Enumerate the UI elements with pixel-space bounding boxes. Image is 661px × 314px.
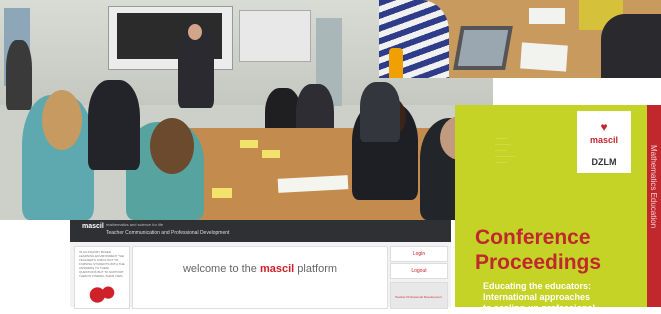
website-screenshot: mascil mathematics and science for life … bbox=[70, 220, 451, 309]
site-right-panel: Login Logout Teacher Professional Develo… bbox=[390, 246, 448, 309]
site-decorative-graphic bbox=[83, 283, 119, 307]
welcome-prefix: welcome to the bbox=[182, 263, 257, 275]
projection-screen bbox=[108, 6, 233, 70]
welcome-brand: mascil bbox=[259, 263, 295, 275]
cover-decorative-lines: ——— ———— ——— ————— ——— bbox=[495, 135, 515, 164]
site-main-panel: welcome to the mascil platform bbox=[132, 246, 388, 309]
cover-logo-badge: ♥ mascil DZLM bbox=[577, 111, 631, 173]
cover-title-line2: Proceedings bbox=[475, 251, 602, 274]
cover-logo-mascil: mascil bbox=[589, 135, 619, 145]
site-header-bar: mascil mathematics and science for life … bbox=[70, 220, 451, 242]
site-left-panel: IN AN INQUIRY BASED LEARNING ENVIRONMENT… bbox=[74, 246, 130, 309]
cover-logo-dzlm: DZLM bbox=[591, 157, 617, 167]
photo-laptop-meeting bbox=[379, 0, 661, 78]
welcome-heading: welcome to the mascil platform bbox=[133, 263, 387, 275]
tpd-caption: Teacher Professional Development bbox=[395, 295, 442, 299]
logout-button[interactable]: Logout bbox=[390, 263, 448, 279]
site-tagline: Teacher Communication and Professional D… bbox=[106, 230, 230, 236]
tpd-thumbnail[interactable]: Teacher Professional Development bbox=[390, 282, 448, 309]
cover-side-text: Mathematics Education bbox=[649, 145, 658, 229]
cover-title-line1: Conference bbox=[475, 226, 591, 249]
cover-subtitle-line2: International approaches bbox=[483, 292, 591, 302]
cover-title: Conference Proceedings bbox=[475, 225, 601, 275]
site-quote-text: IN AN INQUIRY BASED LEARNING ENVIRONMENT… bbox=[79, 250, 125, 278]
welcome-suffix: platform bbox=[297, 263, 338, 275]
site-logo[interactable]: mascil bbox=[82, 223, 104, 230]
cover-side-band: Mathematics Education bbox=[647, 105, 661, 307]
cover-subtitle: Educating the educators: International a… bbox=[483, 281, 595, 314]
cover-subtitle-line1: Educating the educators: bbox=[483, 281, 592, 291]
heart-icon: ♥ bbox=[600, 120, 608, 134]
cover-subtitle-line3: to scaling-up professional bbox=[483, 303, 596, 313]
site-tagline-small: mathematics and science for life bbox=[106, 222, 164, 227]
proceedings-cover: ——— ———— ——— ————— ——— ♥ mascil DZLM Confere… bbox=[455, 105, 661, 313]
laptop bbox=[453, 26, 513, 70]
login-button[interactable]: Login bbox=[390, 246, 448, 262]
